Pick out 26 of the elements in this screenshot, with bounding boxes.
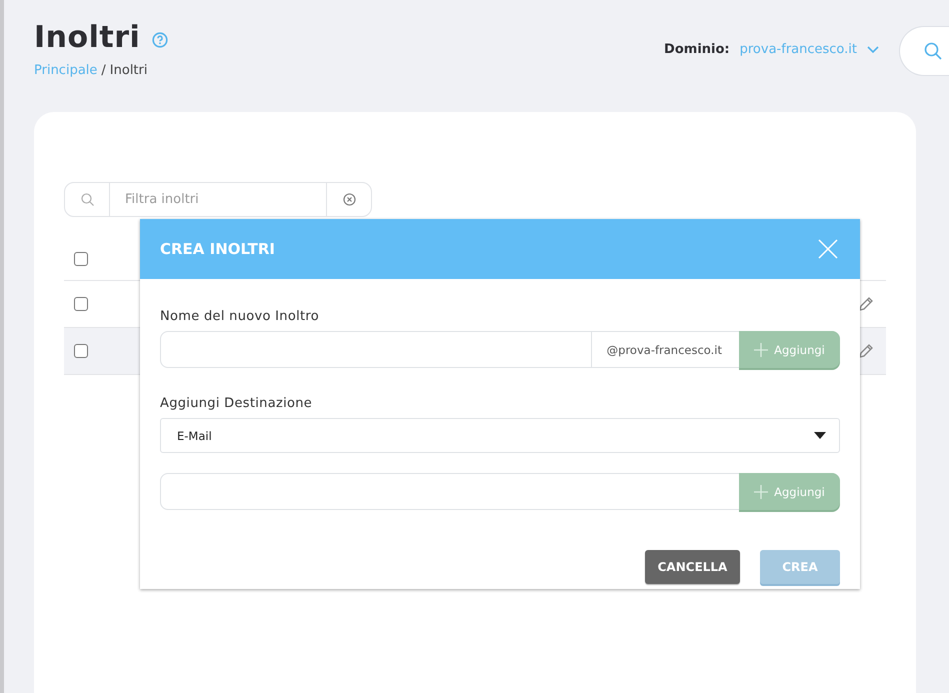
field-label: Nome del nuovo Inoltro xyxy=(160,309,320,324)
filter-field[interactable]: Filtra inoltri xyxy=(64,182,372,217)
domain-label: Dominio: xyxy=(664,42,730,57)
checkbox[interactable] xyxy=(74,344,88,358)
cancel-button[interactable]: CANCELLA xyxy=(645,550,740,584)
page-title: Inoltri xyxy=(34,20,140,55)
checkbox[interactable] xyxy=(74,252,88,266)
search-button[interactable] xyxy=(899,26,949,76)
domain-dropdown[interactable]: prova-francesco.it xyxy=(740,42,879,57)
breadcrumb-link[interactable]: Principale xyxy=(34,63,98,78)
chevron-down-icon xyxy=(867,46,879,54)
close-icon[interactable] xyxy=(818,239,838,259)
field-label: Aggiungi Destinazione xyxy=(160,396,314,411)
search-icon xyxy=(80,193,94,206)
filter-input[interactable]: Filtra inoltri xyxy=(110,183,326,216)
checkbox[interactable] xyxy=(74,297,88,311)
pencil-icon[interactable] xyxy=(858,296,874,312)
caret-icon xyxy=(814,432,826,439)
destination-select[interactable]: E-Mail xyxy=(160,418,840,453)
clear-icon[interactable] xyxy=(342,193,356,206)
dialog-title: CREA INOLTRI xyxy=(160,240,275,258)
breadcrumb-current: Inoltri xyxy=(110,63,148,78)
pencil-icon[interactable] xyxy=(858,343,874,359)
help-icon[interactable] xyxy=(152,32,168,48)
breadcrumb-separator: / xyxy=(101,63,106,78)
search-icon xyxy=(924,42,942,60)
